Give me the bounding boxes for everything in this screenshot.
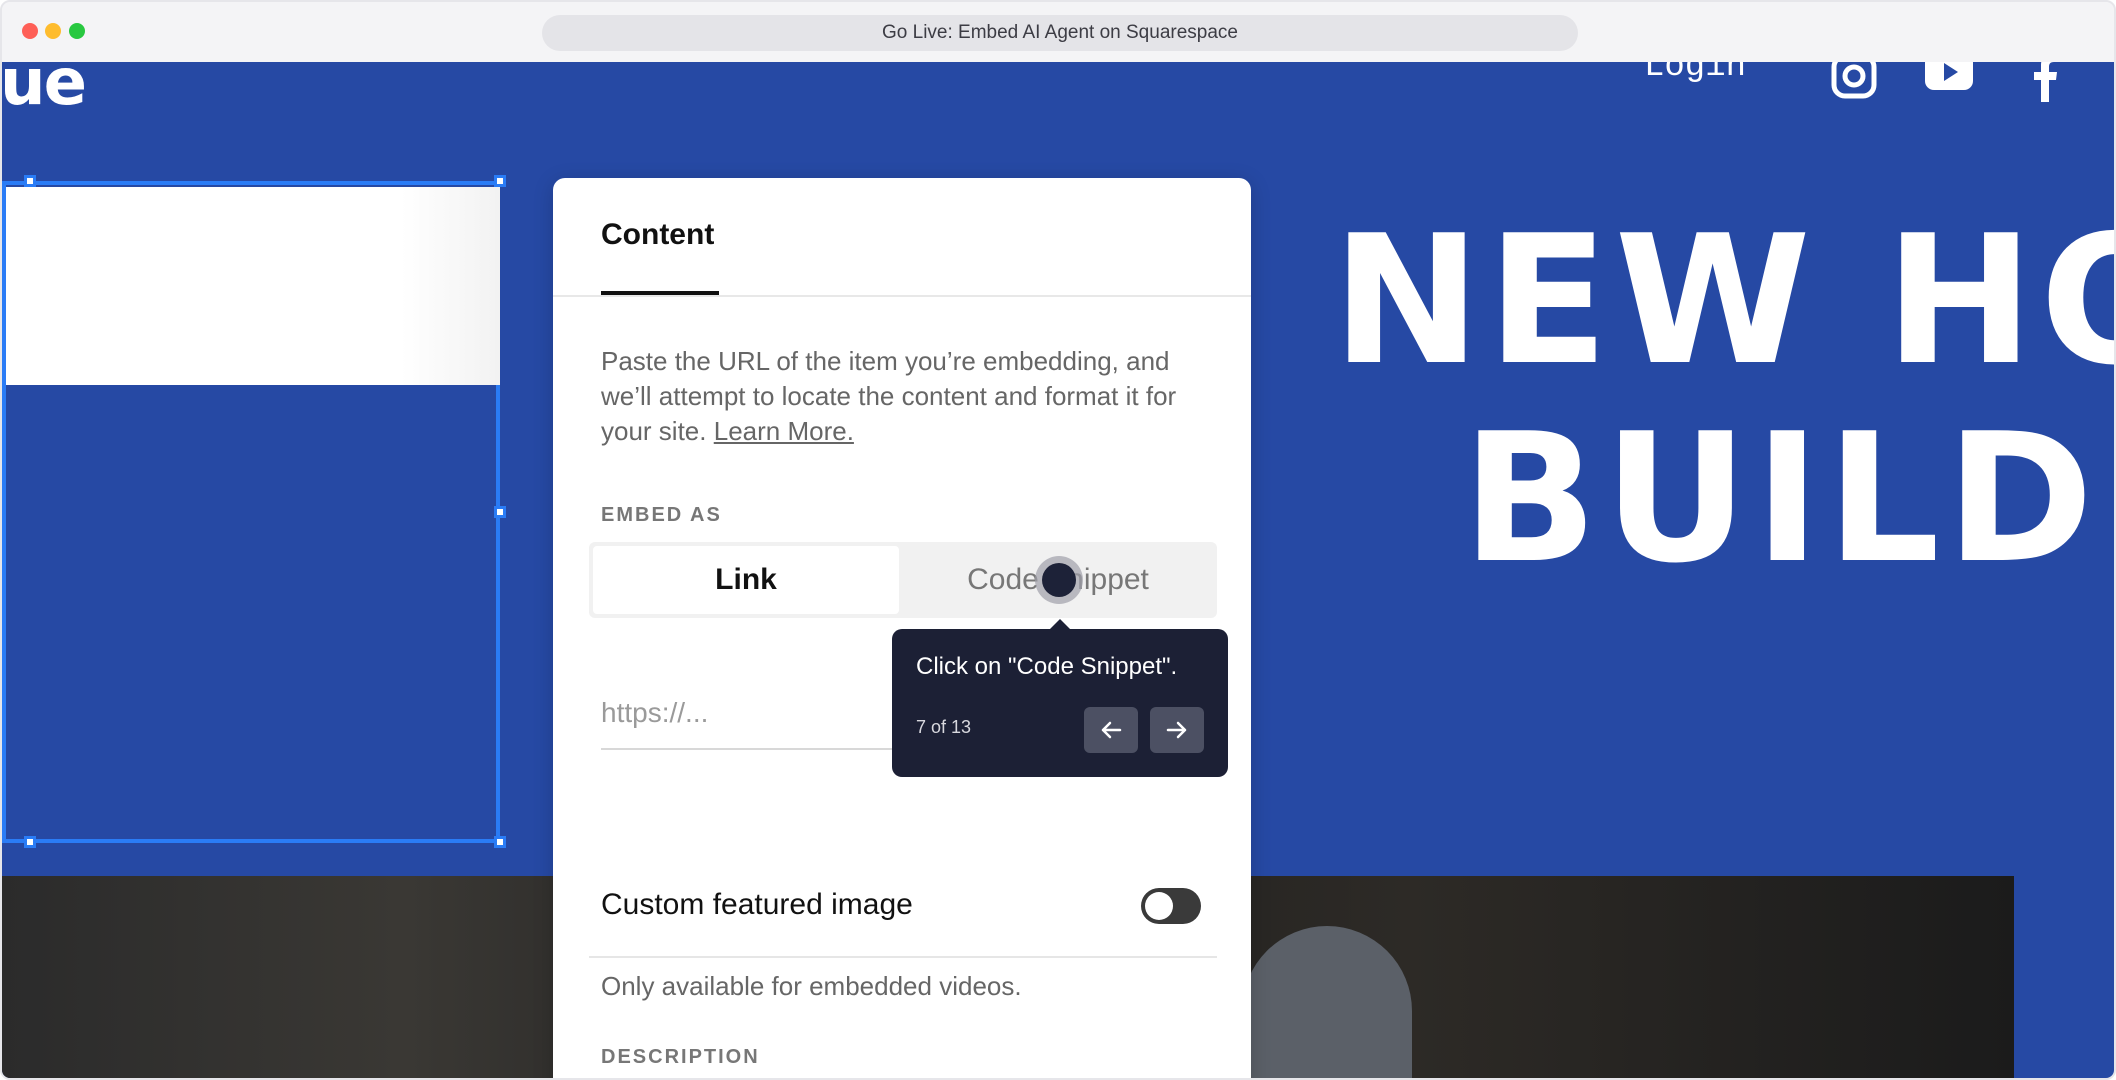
maximize-window-button[interactable] [69, 23, 85, 39]
tab-divider [553, 295, 1251, 297]
guide-tooltip: Click on "Code Snippet". 7 of 13 [892, 619, 1228, 777]
arrow-left-icon [1101, 721, 1122, 739]
embed-as-selector: Link Code Snippet [589, 542, 1217, 618]
hero-line-2: BUILDE [1462, 395, 2114, 602]
resize-handle-bottom-left[interactable] [24, 836, 36, 848]
site-logo[interactable]: ue [2, 62, 87, 120]
embed-description: Paste the URL of the item you’re embeddi… [601, 344, 1221, 449]
resize-handle-right[interactable] [494, 506, 506, 518]
custom-featured-image-note: Only available for embedded videos. [601, 971, 1022, 1001]
embed-block-placeholder [6, 187, 500, 385]
description-section-label: DESCRIPTION [601, 1046, 760, 1068]
embed-as-label: EMBED AS [601, 504, 722, 526]
previous-step-button[interactable] [1084, 707, 1138, 753]
tooltip-message: Click on "Code Snippet". [916, 653, 1178, 680]
hero-line-1: NEW HO [1332, 197, 2116, 404]
address-bar[interactable]: Go Live: Embed AI Agent on Squarespace [542, 15, 1578, 51]
arrow-right-icon [1166, 721, 1187, 739]
facebook-icon[interactable] [2030, 62, 2060, 107]
tooltip-step-counter: 7 of 13 [916, 717, 972, 737]
person-cap [1242, 926, 1412, 1078]
custom-featured-image-label: Custom featured image [601, 888, 913, 921]
section-divider [589, 956, 1217, 958]
next-step-button[interactable] [1150, 707, 1204, 753]
youtube-icon[interactable] [1924, 62, 1974, 101]
login-link[interactable]: Login [1644, 62, 1746, 86]
click-indicator-dot [1042, 563, 1076, 597]
page-title: Go Live: Embed AI Agent on Squarespace [882, 22, 1238, 43]
selected-embed-block[interactable] [2, 181, 500, 843]
title-bar: Go Live: Embed AI Agent on Squarespace [2, 2, 2114, 62]
learn-more-link[interactable]: Learn More. [714, 416, 854, 446]
close-window-button[interactable] [22, 23, 38, 39]
browser-window: Go Live: Embed AI Agent on Squarespace u… [0, 0, 2116, 1080]
resize-handle-top-left[interactable] [24, 175, 36, 187]
custom-featured-image-toggle[interactable] [1141, 888, 1201, 924]
resize-handle-top-right[interactable] [494, 175, 506, 187]
minimize-window-button[interactable] [45, 23, 61, 39]
embed-as-link-option[interactable]: Link [593, 546, 899, 614]
tooltip-arrow [1050, 619, 1070, 629]
embed-description-text: Paste the URL of the item you’re embeddi… [601, 346, 1177, 446]
toggle-knob [1145, 892, 1173, 920]
resize-handle-bottom-right[interactable] [494, 836, 506, 848]
instagram-icon[interactable] [1830, 62, 1878, 105]
hero-heading: NEW HO BUILDE [1332, 197, 2116, 602]
tab-content[interactable]: Content [601, 218, 714, 252]
